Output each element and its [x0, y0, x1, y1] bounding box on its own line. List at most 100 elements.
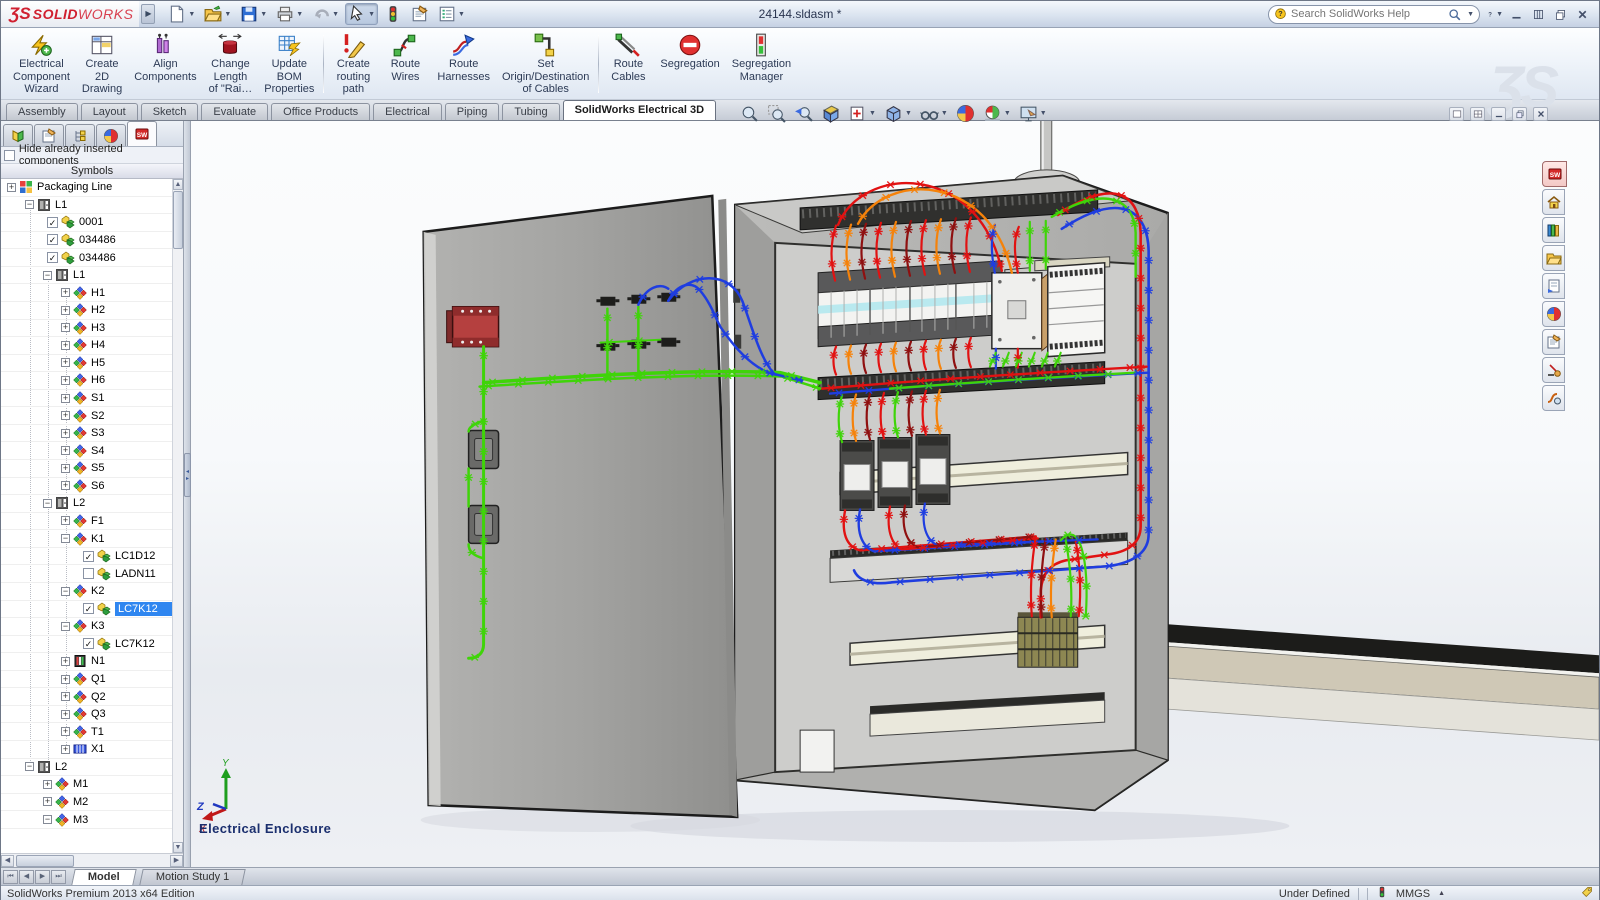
dropdown-arrow-icon[interactable]: ▼ [224, 11, 231, 18]
print-button[interactable]: ▼ [273, 3, 306, 25]
visibility-checkbox[interactable]: ✓ [47, 234, 58, 245]
collapse-toggle-icon[interactable]: − [61, 622, 70, 631]
doc-pane-grid-button[interactable] [1470, 107, 1485, 121]
visibility-checkbox[interactable]: ✓ [83, 551, 94, 562]
tab-assembly[interactable]: Assembly [6, 103, 78, 120]
nav-first-button[interactable]: ⏮ [3, 870, 18, 884]
tab-sketch[interactable]: Sketch [141, 103, 199, 120]
dropdown-arrow-icon[interactable]: ▼ [188, 11, 195, 18]
scroll-thumb[interactable] [173, 191, 183, 249]
electrical-wizard-button[interactable]: ElectricalComponentWizard [7, 31, 76, 97]
tree-item-m1[interactable]: +M1 [1, 776, 172, 794]
expand-toggle-icon[interactable]: + [61, 411, 70, 420]
scroll-right-arrow[interactable]: ▶ [170, 855, 183, 867]
dropdown-arrow-icon[interactable]: ▼ [941, 110, 948, 117]
expand-toggle-icon[interactable]: + [61, 341, 70, 350]
tree-item-l2[interactable]: −L2 [1, 759, 172, 777]
doc-pane-single-button[interactable] [1449, 107, 1464, 121]
collapse-toggle-icon[interactable]: − [61, 587, 70, 596]
align-components-button[interactable]: AlignComponents [128, 31, 202, 84]
dropdown-arrow-icon[interactable]: ▼ [458, 11, 465, 18]
tab-solidworks-electrical-3d[interactable]: SolidWorks Electrical 3D [563, 100, 716, 120]
tab-model[interactable]: Model [71, 869, 136, 885]
dropdown-arrow-icon[interactable]: ▼ [296, 11, 303, 18]
tree-item-lc7k12[interactable]: ✓LC7K12 [1, 636, 172, 654]
hide-show-items-button[interactable]: ▼ [918, 103, 950, 124]
minimize-button[interactable] [1508, 6, 1525, 23]
dropdown-arrow-icon[interactable]: ▼ [260, 11, 267, 18]
nav-next-button[interactable]: ▶ [35, 870, 50, 884]
collapse-toggle-icon[interactable]: − [43, 499, 52, 508]
taskpane-home-tab[interactable] [1542, 189, 1565, 215]
tree-item-l2[interactable]: −L2 [1, 495, 172, 513]
nav-prev-button[interactable]: ◀ [19, 870, 34, 884]
visibility-checkbox[interactable]: ✓ [47, 252, 58, 263]
expand-toggle-icon[interactable]: + [61, 710, 70, 719]
contactor-block[interactable] [992, 271, 1052, 351]
contactor-trio[interactable] [840, 435, 950, 511]
view-orientation-button[interactable]: ▼ [846, 103, 878, 124]
dropdown-arrow-icon[interactable]: ▼ [1040, 110, 1047, 117]
tree-item-s1[interactable]: +S1 [1, 390, 172, 408]
tree-item-q2[interactable]: +Q2 [1, 688, 172, 706]
update-bom-button[interactable]: UpdateBOMProperties [258, 31, 320, 97]
create-2d-button[interactable]: Create2DDrawing [76, 31, 128, 97]
tree-item-l1[interactable]: −L1 [1, 197, 172, 215]
expand-toggle-icon[interactable]: + [61, 376, 70, 385]
tree-item-lc7k12[interactable]: ✓LC7K12 [1, 601, 172, 619]
display-style-button[interactable]: ▼ [882, 103, 914, 124]
tree-item-s3[interactable]: +S3 [1, 425, 172, 443]
expand-toggle-icon[interactable]: + [43, 797, 52, 806]
menu-expand-arrow[interactable]: ▶ [141, 4, 155, 24]
taskpane-electrical-manager-tab[interactable]: SW [1542, 161, 1567, 187]
expand-toggle-icon[interactable]: + [61, 323, 70, 332]
tree-item-h4[interactable]: +H4 [1, 337, 172, 355]
visibility-checkbox[interactable]: ✓ [83, 603, 94, 614]
tree-horizontal-scrollbar[interactable]: ◀ ▶ [1, 853, 183, 867]
tree-item-l1[interactable]: −L1 [1, 267, 172, 285]
taskpane-custom-properties-tab[interactable] [1542, 329, 1565, 355]
tag-icon[interactable] [1581, 886, 1593, 900]
expand-toggle-icon[interactable]: + [61, 394, 70, 403]
dropdown-arrow-icon[interactable]: ▼ [332, 11, 339, 18]
doc-close-button[interactable] [1533, 107, 1548, 121]
tree-item-packaging-line[interactable]: +Packaging Line [1, 179, 172, 197]
expand-toggle-icon[interactable]: + [61, 358, 70, 367]
properties-button[interactable] [408, 3, 432, 25]
tree-item-k3[interactable]: −K3 [1, 618, 172, 636]
splitter-handle[interactable]: ◂▸ [184, 453, 191, 497]
tree-item-s5[interactable]: +S5 [1, 460, 172, 478]
tree-item-s4[interactable]: +S4 [1, 442, 172, 460]
visibility-checkbox[interactable]: ✓ [47, 217, 58, 228]
expand-toggle-icon[interactable]: + [43, 780, 52, 789]
tree-item-h1[interactable]: +H1 [1, 284, 172, 302]
zoom-area-button[interactable] [765, 103, 788, 124]
segregation-button[interactable]: Segregation [654, 31, 725, 72]
set-origin-button[interactable]: SetOrigin/Destinationof Cables [496, 31, 595, 97]
scroll-left-arrow[interactable]: ◀ [1, 855, 14, 867]
tree-item-034486[interactable]: ✓034486 [1, 232, 172, 250]
panel-splitter[interactable]: ◂▸ [184, 121, 191, 867]
search-icon[interactable] [1448, 8, 1461, 21]
taskpane-electrical-symbols-tab[interactable] [1542, 357, 1565, 383]
route-cables-button[interactable]: RouteCables [602, 31, 654, 84]
expand-toggle-icon[interactable]: + [61, 727, 70, 736]
save-button[interactable]: ▼ [237, 3, 270, 25]
door-power-supply[interactable] [447, 307, 499, 347]
tree-item-m2[interactable]: +M2 [1, 794, 172, 812]
doc-restore-button[interactable] [1512, 107, 1527, 121]
new-document-button[interactable]: ▼ [165, 3, 198, 25]
tree-item-h6[interactable]: +H6 [1, 372, 172, 390]
collapse-toggle-icon[interactable]: − [61, 534, 70, 543]
help-search-box[interactable]: ? ▼ [1268, 5, 1480, 24]
split-button[interactable] [1530, 6, 1547, 23]
hide-inserted-checkbox[interactable] [4, 150, 15, 161]
tree-item-s6[interactable]: +S6 [1, 478, 172, 496]
dropdown-arrow-icon[interactable]: ▼ [869, 110, 876, 117]
taskpane-view-palette-tab[interactable] [1542, 273, 1565, 299]
cascade-button[interactable] [1552, 6, 1569, 23]
search-dropdown-icon[interactable]: ▼ [1467, 11, 1474, 18]
expand-toggle-icon[interactable]: + [61, 745, 70, 754]
expand-toggle-icon[interactable]: + [61, 675, 70, 684]
view-settings-button[interactable]: ▼ [1017, 103, 1049, 124]
